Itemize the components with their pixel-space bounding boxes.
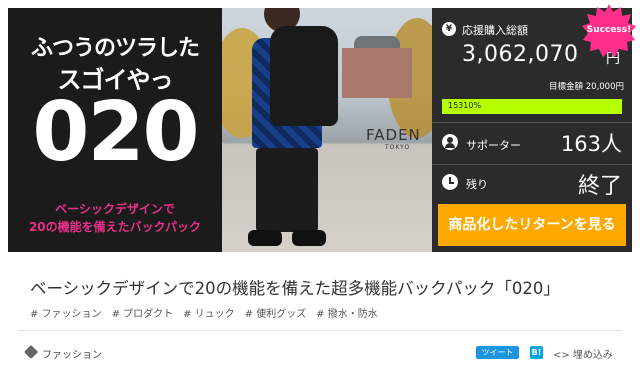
success-badge: Success! [582,4,636,58]
tweet-button[interactable]: ツイート [476,346,519,359]
tag-icon [23,344,39,360]
remaining-label: 残り [466,178,488,191]
view-returns-button[interactable]: 商品化したリターンを見る [438,204,626,246]
tag-link[interactable]: # ファッション [30,305,102,320]
product-photo: FADEN TOKYO [222,8,432,252]
tag-list: # ファッション # プロダクト # リュック # 便利グッズ # 撥水・防水 [30,305,378,320]
success-label: Success! [586,25,632,35]
hero-tagline-line1: ふつうのツラした [30,36,200,61]
tag-link[interactable]: # 撥水・防水 [316,305,378,320]
shoe [292,230,326,246]
divider [18,330,622,331]
category-link[interactable]: ファッション [42,346,102,361]
embed-button[interactable]: <> 埋め込み [553,346,613,361]
project-title[interactable]: ベーシックデザインで20の機能を備えた超多機能バックパック「020」 [30,275,560,299]
hero-panel: ふつうのツラした スゴイやっ 020 ベーシックデザインで 20の機能を備えたバ… [8,8,222,252]
hero-number: 020 [32,85,199,180]
hero-sub-line1: ベーシックデザインで [55,202,175,216]
remaining-value: 終了 [577,174,622,199]
supporters-count: 163人 [560,132,622,156]
goal-amount: 目標金額 20,000円 [549,82,624,92]
hero-sub-line2: 20の機能を備えたバックパック [28,220,202,234]
station-building [342,48,412,98]
divider [432,164,632,165]
yen-icon: ¥ [442,22,456,36]
progress-bar: 15310% [442,99,622,114]
progress-percent: 15310% [448,101,482,110]
divider [432,122,632,123]
person-icon [442,134,458,150]
tag-link[interactable]: # 便利グッズ [245,305,307,320]
supporters-label: サポーター [466,139,521,152]
model-pants [256,148,318,232]
funding-amount: 3,062,070 [462,42,579,67]
hatena-bookmark-button[interactable]: B! [530,346,543,359]
shoe [248,230,282,246]
clock-icon [442,174,458,190]
funding-label: 応援購入総額 [462,24,528,37]
tag-link[interactable]: # プロダクト [112,305,174,320]
brand-sub: TOKYO [385,144,411,151]
tag-link[interactable]: # リュック [183,305,235,320]
brand-logo: FADEN [366,126,421,144]
backpack [270,26,338,126]
